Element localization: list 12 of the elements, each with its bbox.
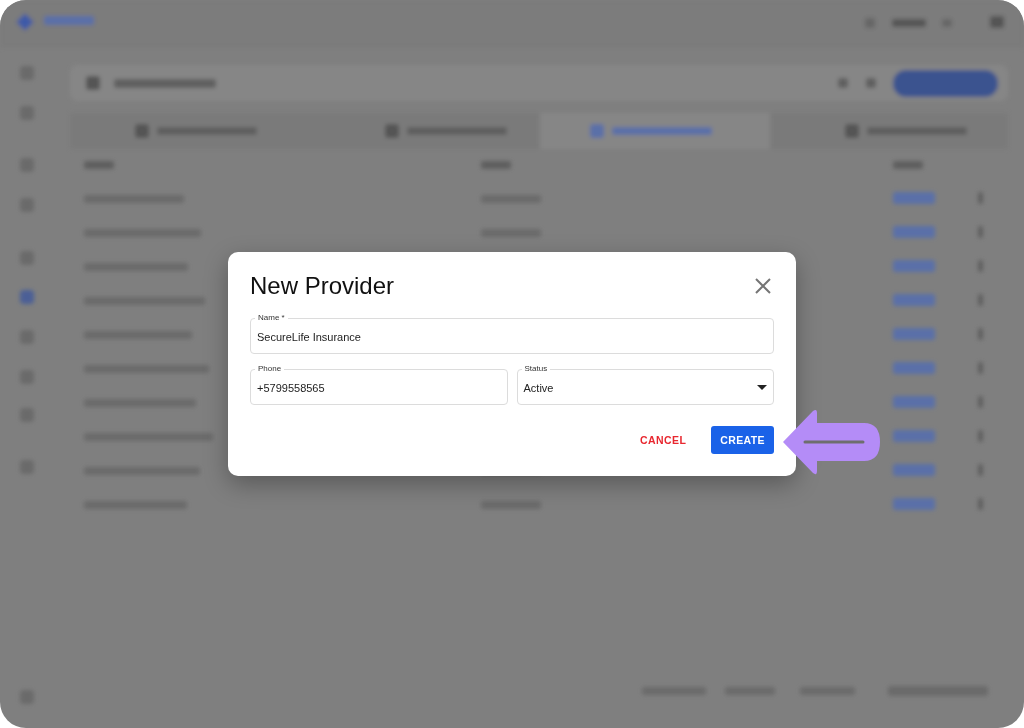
dialog-title: New Provider: [250, 272, 395, 300]
field-value: SecureLife Insurance: [257, 331, 361, 343]
pointer-arrow-icon: [783, 409, 881, 475]
cancel-button[interactable]: CANCEL: [631, 426, 696, 454]
field-value: +5799558565: [257, 382, 325, 394]
field-label: Name *: [255, 313, 288, 323]
close-icon: [755, 278, 771, 294]
dropdown-caret-icon: [757, 384, 767, 390]
field-label: Phone: [255, 364, 285, 374]
field-value: Active: [523, 382, 554, 394]
create-button[interactable]: CREATE: [711, 426, 774, 454]
field-label: Status: [521, 364, 551, 374]
